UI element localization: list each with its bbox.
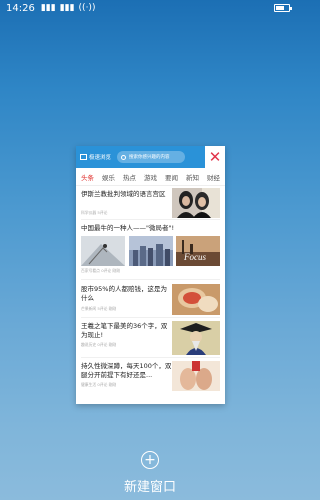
news-thumbnail: [81, 236, 125, 266]
close-icon: ✕: [208, 147, 222, 166]
news-meta: 百家号看点 0评论 刚刚: [81, 268, 121, 273]
tab-news[interactable]: 要闻: [165, 172, 178, 182]
speed-mode-label: 极速浏览: [89, 155, 112, 161]
tab-games[interactable]: 游戏: [144, 172, 157, 182]
news-thumbnail: [172, 188, 220, 218]
battery-fill: [276, 6, 284, 10]
battery-icon: [274, 4, 292, 12]
news-item[interactable]: 持久性微深蹲，每天100个，双腿分开前提下有好还是... 健康生活 0评论 刚刚: [81, 358, 220, 398]
browser-window-card[interactable]: 极速浏览 搜索你感兴趣的内容 ✕ 头条 娱乐 热点 游戏 要闻 新知 财经 伊斯…: [76, 146, 225, 404]
news-title: 持久性微深蹲，每天100个，双腿分开前提下有好还是...: [81, 362, 172, 379]
window-icon: [80, 154, 87, 160]
news-thumbnail: [172, 321, 220, 355]
category-tabs: 头条 娱乐 热点 游戏 要闻 新知 财经: [76, 168, 225, 186]
search-bar[interactable]: 搜索你感兴趣的内容: [117, 151, 186, 163]
news-item[interactable]: 伊斯兰教批判领域的语言宫区 科学仪器 5评论: [81, 186, 220, 220]
search-placeholder: 搜索你感兴趣的内容: [129, 155, 170, 160]
close-window-button[interactable]: ✕: [205, 146, 225, 168]
status-bar: 14:26 ▮▮▮ ▮▮▮ ((·)): [0, 0, 300, 16]
news-thumbnail: Focus: [176, 236, 220, 266]
tab-finance[interactable]: 财经: [207, 172, 220, 182]
new-window-label[interactable]: 新建窗口: [0, 476, 300, 495]
wifi-icon: ((·)): [78, 3, 96, 13]
news-item[interactable]: 股市95%的人都赔钱，这是为什么 芒果新闻 5评论 刚刚: [81, 280, 220, 318]
tab-headline[interactable]: 头条: [81, 172, 94, 182]
news-title: 王羲之笔下最美的36个字，双为现止!: [81, 322, 168, 339]
tab-hot[interactable]: 热点: [123, 172, 136, 182]
news-thumbnail: [172, 361, 220, 391]
news-title: 股市95%的人都赔钱，这是为什么: [81, 285, 167, 302]
news-thumbnail: [172, 284, 220, 315]
signal-icon: ▮▮▮: [40, 3, 56, 13]
news-item[interactable]: 王羲之笔下最美的36个字，双为现止! 趣说历史 0评论 刚刚: [81, 318, 220, 358]
signal-icon-2: ▮▮▮: [59, 3, 75, 13]
svg-text:Focus: Focus: [183, 252, 206, 262]
tab-entertainment[interactable]: 娱乐: [102, 172, 115, 182]
news-title: 中国最牛的一种人——"微局者"!: [81, 224, 175, 232]
news-feed: 伊斯兰教批判领域的语言宫区 科学仪器 5评论 中国最牛的一种人——"微局者"!: [76, 186, 225, 398]
search-icon: [121, 154, 127, 160]
add-window-button[interactable]: +: [141, 451, 159, 469]
news-image-row: Focus: [81, 236, 220, 266]
card-header: 极速浏览 搜索你感兴趣的内容 ✕: [76, 146, 225, 168]
speed-mode-toggle[interactable]: 极速浏览: [80, 153, 111, 161]
plus-icon: +: [144, 452, 156, 468]
status-time: 14:26: [6, 2, 35, 14]
news-item[interactable]: 中国最牛的一种人——"微局者"! Focus 百家号看点 0评论 刚刚: [81, 220, 220, 280]
news-thumbnail: [128, 236, 173, 266]
news-title: 伊斯兰教批判领域的语言宫区: [81, 190, 166, 198]
tab-knowledge[interactable]: 新知: [186, 172, 199, 182]
